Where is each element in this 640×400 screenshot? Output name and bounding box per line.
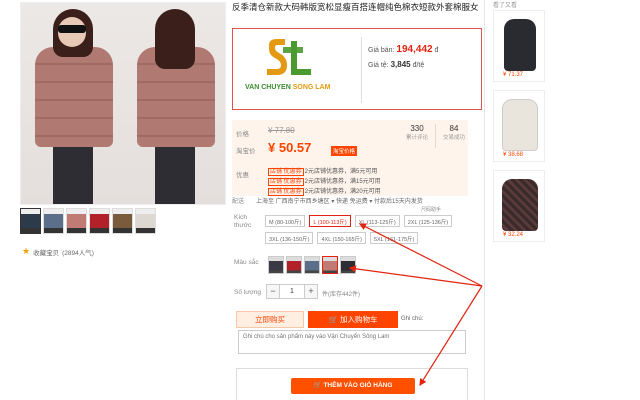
sidebar-header: 看了又看 <box>493 3 518 9</box>
thumbnail-6[interactable] <box>135 208 156 234</box>
size-option-m[interactable]: M (80-100斤) <box>265 215 306 227</box>
size-helper-link[interactable]: 尺码助手 <box>421 206 441 213</box>
add-to-cart-cn-button[interactable]: 🛒 加入购物车 <box>308 311 398 328</box>
color-swatch-5[interactable] <box>340 256 356 274</box>
exchange-rate: 3,845 <box>390 60 411 69</box>
sidebar-divider <box>484 0 485 400</box>
buy-now-button[interactable]: 立即购买 <box>236 311 304 328</box>
promo-1[interactable]: 店铺 优惠券 2元店铺优惠券，满5元可用 <box>268 166 377 176</box>
vcsl-logo-icon <box>267 39 311 75</box>
vcsl-price-info: Giá bán: 194,442 đ Giá tệ: 3,845 đ/tệ <box>368 44 439 69</box>
color-swatch-1[interactable] <box>268 256 284 274</box>
stock-text: 件(库存442件) <box>322 292 361 298</box>
size-option-l[interactable]: L (100-113斤) <box>309 215 351 227</box>
size-options: M (80-100斤) L (100-113斤) XL (113-125斤) 2… <box>265 215 480 244</box>
note-textarea[interactable] <box>238 330 466 354</box>
thumbnail-3[interactable] <box>66 208 87 234</box>
color-swatch-2[interactable] <box>286 256 302 274</box>
quantity-stepper: − 1 + <box>266 284 318 299</box>
thumbnail-4[interactable] <box>89 208 110 234</box>
favorite-count: (2894人气) <box>62 249 94 257</box>
promo-2[interactable]: 店铺 优惠券 2元店铺优惠券，满15元可用 <box>268 176 381 186</box>
price-badge: 淘宝价格 <box>331 146 358 156</box>
model-back-figure <box>127 7 223 204</box>
product-page: ★ 收藏宝贝 (2894人气) 反季清仓新款大码韩版宽松显瘦百搭连帽纯色棉衣短款… <box>0 0 640 400</box>
color-swatch-3[interactable] <box>304 256 320 274</box>
product-title: 反季清仓新款大码韩版宽松显瘦百搭连帽纯色棉衣短款外套棉服女 <box>232 2 479 12</box>
star-icon: ★ <box>22 246 31 256</box>
color-label: Màu sắc <box>234 259 259 266</box>
favorite-label: 收藏宝贝 <box>33 249 60 257</box>
thumbnail-2[interactable] <box>43 208 64 234</box>
color-swatches <box>268 256 356 274</box>
related-product-2[interactable]: ¥ 38.68 <box>493 90 545 162</box>
sale-price: ¥ 50.57 <box>268 140 312 155</box>
size-option-4xl[interactable]: 4XL (150-165斤) <box>317 232 366 244</box>
note-label: Ghi chú: <box>401 316 424 322</box>
vcsl-logo-text: VAN CHUYEN SONG LAM <box>245 84 331 91</box>
original-price: ¥ 77.80 <box>268 126 295 135</box>
price-panel: 价格 ¥ 77.80 淘宝价 ¥ 50.57 淘宝价格 330 累计评论 84 交易… <box>232 120 468 196</box>
cart-icon: 🛒 <box>328 315 338 324</box>
vcsl-price-box: VAN CHUYEN SONG LAM Giá bán: 194,442 đ G… <box>232 28 482 110</box>
reviews-stat[interactable]: 330 累计评论 <box>406 124 428 141</box>
add-to-cart-vn-button[interactable]: 🛒 THÊM VÀO GIỎ HÀNG <box>291 378 415 394</box>
thumbnail-5[interactable] <box>112 208 133 234</box>
related-product-1[interactable]: ¥ 71.37 <box>493 10 545 82</box>
quantity-input[interactable]: 1 <box>280 284 304 299</box>
quantity-increase-button[interactable]: + <box>304 284 318 299</box>
sales-stat: 84 交易成功 <box>443 124 466 141</box>
thumbnail-strip <box>20 208 156 234</box>
divider <box>361 37 362 103</box>
shipping-row[interactable]: 配送 上海至 广西南宁市西乡塘区 ▾ 快递 免运费 ▾ 付款后15天内发货 <box>232 196 423 205</box>
main-product-image[interactable] <box>20 2 226 205</box>
color-swatch-4[interactable] <box>322 256 338 274</box>
size-option-xl[interactable]: XL (113-125斤) <box>354 215 400 227</box>
quantity-label: Số lượng <box>234 289 262 296</box>
size-option-5xl[interactable]: 5XL (161-175斤) <box>369 232 419 244</box>
model-front-figure <box>25 7 121 204</box>
cart-icon: 🛒 <box>313 382 322 389</box>
size-option-3xl[interactable]: 3XL (136-150斤) <box>265 232 314 244</box>
related-product-3[interactable]: ¥ 32.24 <box>493 170 545 242</box>
quantity-decrease-button[interactable]: − <box>266 284 280 299</box>
size-option-2xl[interactable]: 2XL (125-136斤) <box>403 215 453 227</box>
price-vnd: 194,442 <box>396 44 433 55</box>
size-label: Kích thước <box>234 214 252 229</box>
favorite-link[interactable]: ★ 收藏宝贝 (2894人气) <box>22 246 94 257</box>
promo-3[interactable]: 店铺 优惠券 2元店铺优惠券，满20元可用 <box>268 186 381 196</box>
thumbnail-1[interactable] <box>20 208 41 234</box>
